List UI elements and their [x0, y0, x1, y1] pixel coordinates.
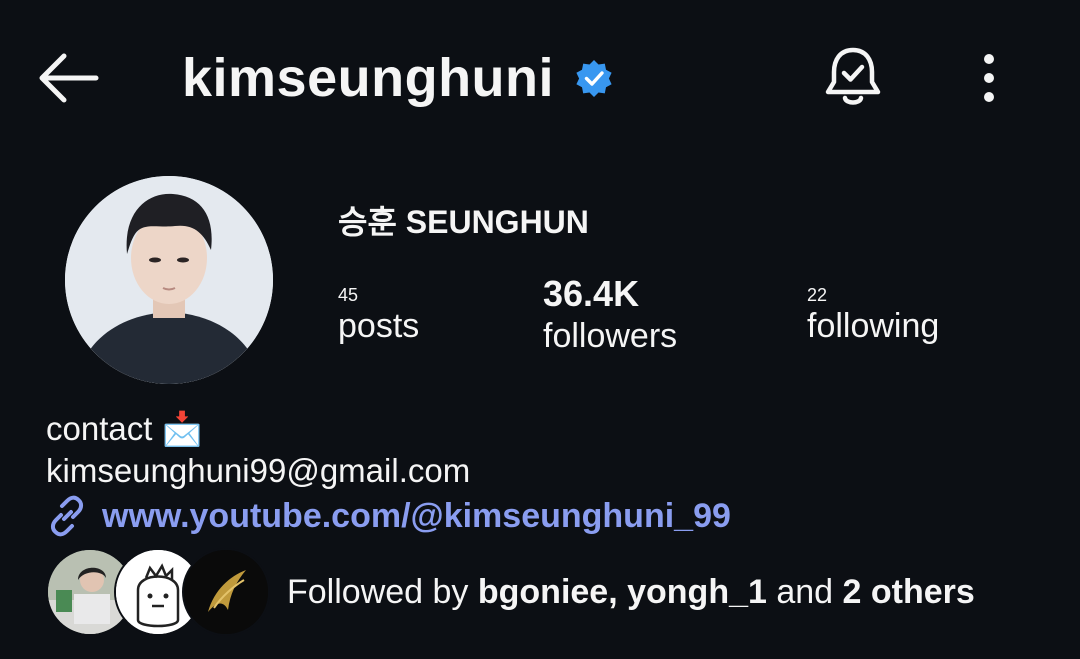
- profile-link-text[interactable]: www.youtube.com/@kimseunghuni_99: [102, 494, 731, 538]
- mutual-followers-avatars[interactable]: [46, 548, 270, 636]
- more-options-button[interactable]: [970, 52, 1008, 108]
- followers-count: 36.4K: [543, 273, 640, 314]
- posts-stat[interactable]: 45 posts: [338, 284, 419, 346]
- followed-by-names: bgoniee, yongh_1: [477, 573, 767, 611]
- followed-by-text[interactable]: Followed by bgoniee, yongh_1 and 2 other…: [287, 570, 975, 614]
- verified-badge-icon: [574, 58, 614, 98]
- back-button[interactable]: [36, 50, 100, 106]
- notifications-button[interactable]: [822, 44, 884, 110]
- followers-label: followers: [543, 317, 678, 355]
- link-icon: [50, 495, 84, 537]
- following-stat[interactable]: 22 following: [807, 284, 939, 346]
- following-label: following: [807, 307, 940, 345]
- profile-avatar[interactable]: [65, 176, 273, 384]
- posts-count: 45: [338, 285, 359, 305]
- posts-label: posts: [338, 307, 420, 345]
- bio-email-line: kimseunghuni99@gmail.com: [46, 452, 471, 489]
- followers-stat[interactable]: 36.4K followers: [543, 272, 677, 356]
- display-name: 승훈 SEUNGHUN: [338, 204, 589, 240]
- profile-link[interactable]: www.youtube.com/@kimseunghuni_99: [46, 494, 731, 538]
- followed-by-prefix: Followed by: [287, 573, 478, 611]
- profile-bio: contact 📩 kimseunghuni99@gmail.com: [46, 408, 470, 492]
- mutual-follower-avatar: [182, 548, 270, 636]
- profile-username: kimseunghuni: [182, 48, 555, 108]
- following-count: 22: [807, 285, 828, 305]
- more-vertical-icon: [984, 54, 994, 102]
- bio-contact-line: contact 📩: [46, 410, 203, 447]
- back-arrow-icon: [39, 53, 99, 103]
- followed-by-middle: and: [766, 573, 843, 611]
- followed-by-others: 2 others: [842, 573, 975, 611]
- bell-check-icon: [825, 47, 881, 105]
